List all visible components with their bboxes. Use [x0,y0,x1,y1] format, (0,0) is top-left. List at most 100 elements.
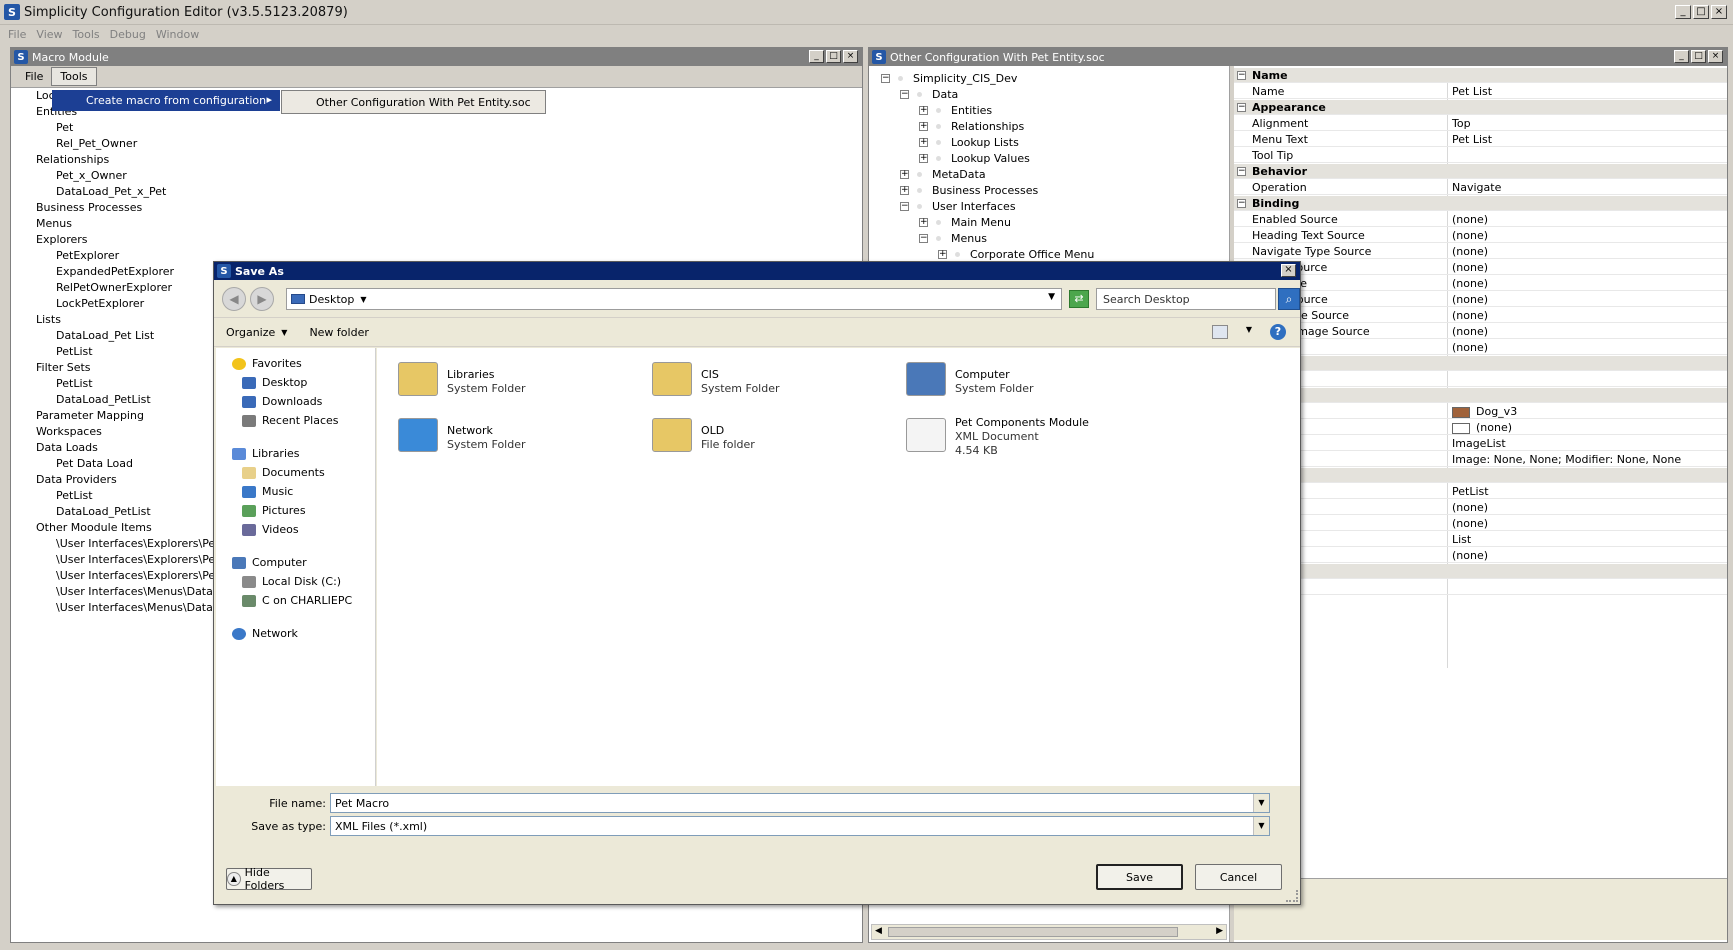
expand-icon[interactable]: + [900,170,909,179]
macro-menu-file[interactable]: File [17,68,51,85]
macro-menu-tools[interactable]: Tools [51,67,97,86]
view-dropdown-icon[interactable]: ▼ [1246,325,1252,334]
property-value[interactable]: (none) [1452,517,1488,530]
macro-tree-item[interactable]: PetList [56,489,93,502]
property-row[interactable]: Enabled Source (none) [1234,212,1727,227]
file-item[interactable]: CIS System Folder [649,356,780,402]
nav-item[interactable]: Libraries [232,447,300,460]
back-button[interactable]: ◀ [222,287,246,311]
property-value[interactable]: Navigate [1452,181,1501,194]
property-value[interactable]: (none) [1452,341,1488,354]
property-row[interactable]: Menu Text Pet List [1234,132,1727,147]
collapse-icon[interactable]: − [1237,167,1246,176]
macro-tree-item[interactable]: ExpandedPetExplorer [56,265,174,278]
nav-item[interactable]: C on CHARLIEPC [242,594,352,607]
nav-item[interactable]: Local Disk (C:) [242,575,341,588]
property-value[interactable]: Image: None, None; Modifier: None, None [1452,453,1681,466]
property-row[interactable]: PetList [1234,484,1727,499]
forward-button[interactable]: ▶ [250,287,274,311]
property-row[interactable]: oups [1234,580,1727,595]
macro-tree-item[interactable]: Pet Data Load [56,457,133,470]
collapse-icon[interactable]: − [900,90,909,99]
resize-grip-icon[interactable] [1286,890,1298,902]
file-item[interactable]: Computer System Folder [903,356,1034,402]
property-row[interactable]: ce(none) [1234,340,1727,355]
collapse-icon[interactable]: − [900,202,909,211]
property-row[interactable]: ge Source(none) [1234,276,1727,291]
macro-tree-item[interactable]: DataLoad_PetList [56,505,151,518]
macro-tree-item[interactable]: LockPetExplorer [56,297,144,310]
expand-icon[interactable]: + [938,250,947,259]
property-category[interactable]: − Binding [1234,196,1727,211]
macro-tree-item[interactable]: Menus [36,217,72,230]
macro-tree-item[interactable]: \User Interfaces\Explorers\Perso [56,537,232,550]
config-pane-minimize-button[interactable]: _ [1674,50,1689,63]
config-pane-maximize-button[interactable]: □ [1691,50,1706,63]
address-dropdown-icon[interactable]: ▼ [1048,292,1055,302]
property-row[interactable]: y(none) [1234,420,1727,435]
property-value[interactable]: (none) [1452,229,1488,242]
save-type-dropdown-icon[interactable]: ▼ [1253,817,1269,835]
file-item[interactable]: Libraries System Folder [395,356,526,402]
expand-icon[interactable]: + [919,154,928,163]
help-icon[interactable]: ? [1270,324,1286,340]
property-row[interactable]: Map(none) [1234,548,1727,563]
property-row[interactable]: Operation Navigate [1234,180,1727,195]
collapse-icon[interactable]: − [1237,71,1246,80]
macro-tree-item[interactable]: Workspaces [36,425,102,438]
macro-tree-item[interactable]: Explorers [36,233,88,246]
macro-tree-item[interactable]: DataLoad_Pet List [56,329,154,342]
macro-tree-item[interactable]: DataLoad_PetList [56,393,151,406]
property-category[interactable]: − [1234,388,1727,403]
property-row[interactable]: Name Pet List [1234,84,1727,99]
property-value[interactable]: Pet List [1452,85,1492,98]
menu-debug[interactable]: Debug [110,28,146,41]
macro-tree-item[interactable]: \User Interfaces\Explorers\Perso [56,569,232,582]
file-item[interactable]: OLD File folder [649,412,755,458]
property-row[interactable]: Target Source(none) [1234,260,1727,275]
save-type-select[interactable]: XML Files (*.xml) ▼ [330,816,1270,836]
macro-tree-item[interactable]: PetList [56,377,93,390]
menu-view[interactable]: View [36,28,62,41]
nav-item[interactable]: Recent Places [242,414,339,427]
property-row[interactable]: ter(none) [1234,500,1727,515]
property-row[interactable]: Heading Text Source (none) [1234,228,1727,243]
nav-item[interactable]: Pictures [242,504,306,517]
property-category[interactable]: −n [1234,468,1727,483]
close-button[interactable]: × [1711,5,1727,19]
expand-icon[interactable]: + [900,186,909,195]
property-row[interactable]: Navigate Type Source (none) [1234,244,1727,259]
property-row[interactable]: Alignment Top [1234,116,1727,131]
property-value[interactable]: (none) [1452,261,1488,274]
file-item[interactable]: Network System Folder [395,412,526,458]
nav-item[interactable]: Music [242,485,293,498]
collapse-icon[interactable]: − [1237,199,1246,208]
menu-window[interactable]: Window [156,28,199,41]
macro-pane-close-button[interactable]: × [843,50,858,63]
property-value[interactable]: PetList [1452,485,1489,498]
property-value[interactable]: (none) [1452,325,1488,338]
file-name-dropdown-icon[interactable]: ▼ [1253,794,1269,812]
nav-item[interactable]: Favorites [232,357,302,370]
macro-tree-item[interactable]: Relationships [36,153,109,166]
macro-tree-item[interactable]: Parameter Mapping [36,409,144,422]
scroll-left-icon[interactable]: ◀ [875,926,882,936]
hide-folders-button[interactable]: ▲ Hide Folders [226,866,312,892]
property-value[interactable]: ImageList [1452,437,1506,450]
property-row[interactable] [1234,372,1727,387]
property-category[interactable]: − Appearance [1234,100,1727,115]
expand-icon[interactable]: + [919,106,928,115]
macro-tree-item[interactable]: Filter Sets [36,361,91,374]
macro-tree-item[interactable]: Lists [36,313,61,326]
property-value[interactable]: (none) [1452,421,1512,434]
dialog-close-button[interactable]: × [1281,264,1296,277]
property-value[interactable]: Top [1452,117,1471,130]
expand-icon[interactable]: + [919,218,928,227]
config-tree-item[interactable]: Business Processes [932,184,1038,197]
config-tree-item[interactable]: User Interfaces [932,200,1016,213]
property-row[interactable]: ypeList [1234,532,1727,547]
breadcrumb-chevron-icon[interactable]: ▼ [360,295,366,304]
property-row[interactable]: Tool Tip [1234,148,1727,163]
organize-button[interactable]: Organize ▼ [226,326,287,339]
macro-tree-item[interactable]: \User Interfaces\Menus\Data Int [56,585,231,598]
